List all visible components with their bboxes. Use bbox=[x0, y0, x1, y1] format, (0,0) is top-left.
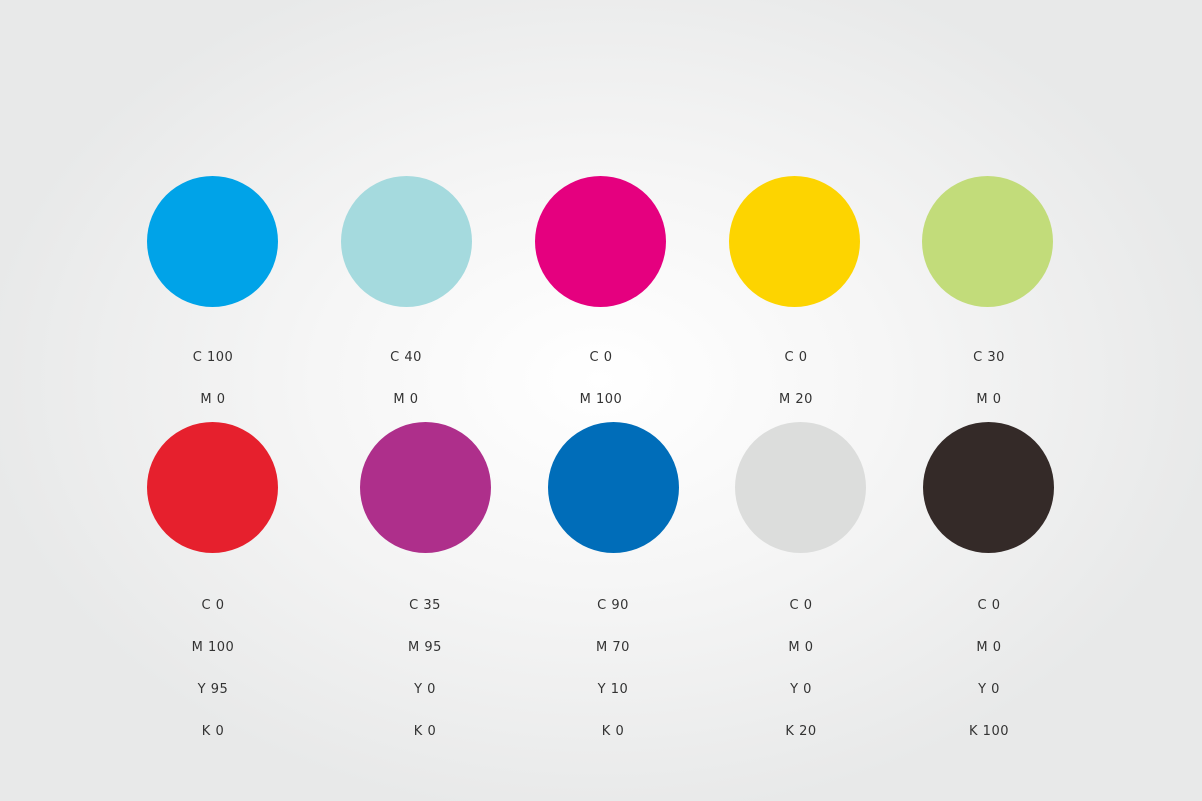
cmyk-label: C 90 M 70 Y 10 K 0 bbox=[596, 598, 630, 739]
swatch-circle bbox=[923, 422, 1054, 553]
cmyk-label: C 0 M 0 Y 0 K 20 bbox=[785, 598, 817, 739]
swatch-circle bbox=[341, 176, 472, 307]
swatch-circle bbox=[360, 422, 491, 553]
swatch-circle bbox=[147, 176, 278, 307]
cmyk-label: C 35 M 95 Y 0 K 0 bbox=[408, 598, 442, 739]
swatch-circle bbox=[729, 176, 860, 307]
swatch-circle bbox=[922, 176, 1053, 307]
cmyk-label: C 0 M 0 Y 0 K 100 bbox=[969, 598, 1009, 739]
cmyk-label: C 0 M 100 Y 95 K 0 bbox=[191, 598, 235, 739]
swatch-circle bbox=[535, 176, 666, 307]
swatch-circle bbox=[147, 422, 278, 553]
swatch-circle bbox=[735, 422, 866, 553]
swatch-circle bbox=[548, 422, 679, 553]
